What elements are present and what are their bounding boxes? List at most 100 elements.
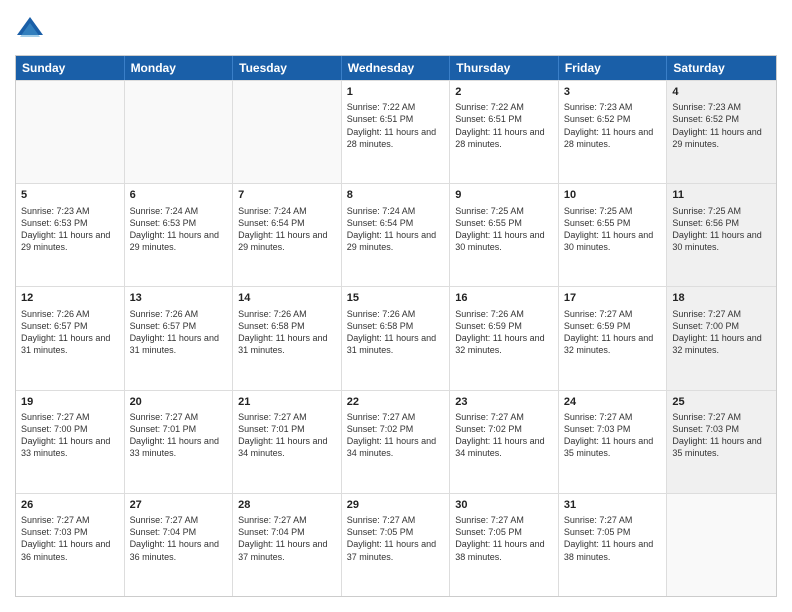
calendar-cell: 13Sunrise: 7:26 AM Sunset: 6:57 PM Dayli… <box>125 287 234 389</box>
calendar-cell: 30 Sunrise: 7:27 AM Sunset: 7:05 PM Dayli… <box>450 494 559 596</box>
logo-icon <box>15 15 45 45</box>
calendar-cell <box>16 81 125 183</box>
cell-info: Sunrise: 7:22 AM Sunset: 6:51 PM Dayligh… <box>347 101 445 150</box>
calendar-cell: 29Sunrise: 7:27 AM Sunset: 7:05 PM Dayli… <box>342 494 451 596</box>
calendar-cell: 31Sunrise: 7:27 AM Sunset: 7:05 PM Dayli… <box>559 494 668 596</box>
cell-info: Sunrise: 7:23 AM Sunset: 6:52 PM Dayligh… <box>564 101 662 150</box>
day-number: 25 <box>672 395 771 409</box>
weekday-header: Thursday <box>450 56 559 80</box>
calendar-row: 5Sunrise: 7:23 AM Sunset: 6:53 PM Daylig… <box>16 183 776 286</box>
weekday-header: Saturday <box>667 56 776 80</box>
calendar-cell: 9 Sunrise: 7:25 AM Sunset: 6:55 PM Daylig… <box>450 184 559 286</box>
calendar: SundayMondayTuesdayWednesdayThursdayFrid… <box>15 55 777 597</box>
day-number: 12 <box>21 291 119 305</box>
cell-info: Sunrise: 7:27 AM Sunset: 7:04 PM Dayligh… <box>238 514 336 563</box>
calendar-cell: 26Sunrise: 7:27 AM Sunset: 7:03 PM Dayli… <box>16 494 125 596</box>
calendar-cell: 16 Sunrise: 7:26 AM Sunset: 6:59 PM Dayli… <box>450 287 559 389</box>
calendar-cell: 18Sunrise: 7:27 AM Sunset: 7:00 PM Dayli… <box>667 287 776 389</box>
day-number: 3 <box>564 85 662 99</box>
calendar-cell: 8 Sunrise: 7:24 AM Sunset: 6:54 PM Daylig… <box>342 184 451 286</box>
day-number: 6 <box>130 188 228 202</box>
calendar-cell: 27 Sunrise: 7:27 AM Sunset: 7:04 PM Dayli… <box>125 494 234 596</box>
cell-info: Sunrise: 7:27 AM Sunset: 7:05 PM Dayligh… <box>455 514 553 563</box>
calendar-body: 1 Sunrise: 7:22 AM Sunset: 6:51 PM Daylig… <box>16 80 776 596</box>
day-number: 16 <box>455 291 553 305</box>
calendar-cell: 11Sunrise: 7:25 AM Sunset: 6:56 PM Dayli… <box>667 184 776 286</box>
calendar-row: 12 Sunrise: 7:26 AM Sunset: 6:57 PM Dayli… <box>16 286 776 389</box>
calendar-cell: 20 Sunrise: 7:27 AM Sunset: 7:01 PM Dayli… <box>125 391 234 493</box>
day-number: 9 <box>455 188 553 202</box>
cell-info: Sunrise: 7:27 AM Sunset: 7:04 PM Dayligh… <box>130 514 228 563</box>
calendar-cell: 6 Sunrise: 7:24 AM Sunset: 6:53 PM Daylig… <box>125 184 234 286</box>
day-number: 30 <box>455 498 553 512</box>
day-number: 26 <box>21 498 119 512</box>
day-number: 13 <box>130 291 228 305</box>
calendar-row: 1 Sunrise: 7:22 AM Sunset: 6:51 PM Daylig… <box>16 80 776 183</box>
day-number: 20 <box>130 395 228 409</box>
cell-info: Sunrise: 7:22 AM Sunset: 6:51 PM Dayligh… <box>455 101 553 150</box>
day-number: 15 <box>347 291 445 305</box>
day-number: 11 <box>672 188 771 202</box>
day-number: 7 <box>238 188 336 202</box>
weekday-header: Wednesday <box>342 56 451 80</box>
day-number: 23 <box>455 395 553 409</box>
calendar-cell: 25 Sunrise: 7:27 AM Sunset: 7:03 PM Dayli… <box>667 391 776 493</box>
cell-info: Sunrise: 7:24 AM Sunset: 6:54 PM Dayligh… <box>238 205 336 254</box>
calendar-cell: 24 Sunrise: 7:27 AM Sunset: 7:03 PM Dayli… <box>559 391 668 493</box>
cell-info: Sunrise: 7:27 AM Sunset: 7:05 PM Dayligh… <box>347 514 445 563</box>
day-number: 10 <box>564 188 662 202</box>
day-number: 21 <box>238 395 336 409</box>
cell-info: Sunrise: 7:27 AM Sunset: 7:03 PM Dayligh… <box>564 411 662 460</box>
calendar-row: 19 Sunrise: 7:27 AM Sunset: 7:00 PM Dayli… <box>16 390 776 493</box>
calendar-cell: 12 Sunrise: 7:26 AM Sunset: 6:57 PM Dayli… <box>16 287 125 389</box>
weekday-header: Monday <box>125 56 234 80</box>
cell-info: Sunrise: 7:27 AM Sunset: 7:00 PM Dayligh… <box>21 411 119 460</box>
day-number: 31 <box>564 498 662 512</box>
calendar-cell: 10Sunrise: 7:25 AM Sunset: 6:55 PM Dayli… <box>559 184 668 286</box>
weekday-header: Sunday <box>16 56 125 80</box>
calendar-cell: 14Sunrise: 7:26 AM Sunset: 6:58 PM Dayli… <box>233 287 342 389</box>
calendar-cell: 7 Sunrise: 7:24 AM Sunset: 6:54 PM Daylig… <box>233 184 342 286</box>
cell-info: Sunrise: 7:27 AM Sunset: 7:00 PM Dayligh… <box>672 308 771 357</box>
cell-info: Sunrise: 7:26 AM Sunset: 6:57 PM Dayligh… <box>21 308 119 357</box>
page: SundayMondayTuesdayWednesdayThursdayFrid… <box>0 0 792 612</box>
day-number: 22 <box>347 395 445 409</box>
day-number: 27 <box>130 498 228 512</box>
calendar-cell: 15 Sunrise: 7:26 AM Sunset: 6:58 PM Dayli… <box>342 287 451 389</box>
cell-info: Sunrise: 7:24 AM Sunset: 6:53 PM Dayligh… <box>130 205 228 254</box>
calendar-cell <box>125 81 234 183</box>
calendar-cell <box>667 494 776 596</box>
calendar-row: 26Sunrise: 7:27 AM Sunset: 7:03 PM Dayli… <box>16 493 776 596</box>
calendar-cell: 2 Sunrise: 7:22 AM Sunset: 6:51 PM Daylig… <box>450 81 559 183</box>
day-number: 1 <box>347 85 445 99</box>
calendar-cell: 1 Sunrise: 7:22 AM Sunset: 6:51 PM Daylig… <box>342 81 451 183</box>
calendar-cell: 28 Sunrise: 7:27 AM Sunset: 7:04 PM Dayli… <box>233 494 342 596</box>
cell-info: Sunrise: 7:25 AM Sunset: 6:55 PM Dayligh… <box>455 205 553 254</box>
day-number: 2 <box>455 85 553 99</box>
day-number: 19 <box>21 395 119 409</box>
calendar-cell: 17 Sunrise: 7:27 AM Sunset: 6:59 PM Dayli… <box>559 287 668 389</box>
calendar-cell <box>233 81 342 183</box>
day-number: 28 <box>238 498 336 512</box>
day-number: 24 <box>564 395 662 409</box>
calendar-cell: 23 Sunrise: 7:27 AM Sunset: 7:02 PM Dayli… <box>450 391 559 493</box>
cell-info: Sunrise: 7:26 AM Sunset: 6:58 PM Dayligh… <box>238 308 336 357</box>
header <box>15 15 777 45</box>
cell-info: Sunrise: 7:26 AM Sunset: 6:58 PM Dayligh… <box>347 308 445 357</box>
cell-info: Sunrise: 7:27 AM Sunset: 7:01 PM Dayligh… <box>130 411 228 460</box>
calendar-cell: 3 Sunrise: 7:23 AM Sunset: 6:52 PM Daylig… <box>559 81 668 183</box>
day-number: 17 <box>564 291 662 305</box>
cell-info: Sunrise: 7:27 AM Sunset: 7:01 PM Dayligh… <box>238 411 336 460</box>
cell-info: Sunrise: 7:24 AM Sunset: 6:54 PM Dayligh… <box>347 205 445 254</box>
cell-info: Sunrise: 7:27 AM Sunset: 7:02 PM Dayligh… <box>455 411 553 460</box>
cell-info: Sunrise: 7:27 AM Sunset: 7:02 PM Dayligh… <box>347 411 445 460</box>
cell-info: Sunrise: 7:26 AM Sunset: 6:59 PM Dayligh… <box>455 308 553 357</box>
calendar-cell: 22 Sunrise: 7:27 AM Sunset: 7:02 PM Dayli… <box>342 391 451 493</box>
cell-info: Sunrise: 7:27 AM Sunset: 6:59 PM Dayligh… <box>564 308 662 357</box>
calendar-cell: 5Sunrise: 7:23 AM Sunset: 6:53 PM Daylig… <box>16 184 125 286</box>
cell-info: Sunrise: 7:23 AM Sunset: 6:53 PM Dayligh… <box>21 205 119 254</box>
day-number: 8 <box>347 188 445 202</box>
cell-info: Sunrise: 7:27 AM Sunset: 7:03 PM Dayligh… <box>672 411 771 460</box>
day-number: 4 <box>672 85 771 99</box>
weekday-header: Friday <box>559 56 668 80</box>
